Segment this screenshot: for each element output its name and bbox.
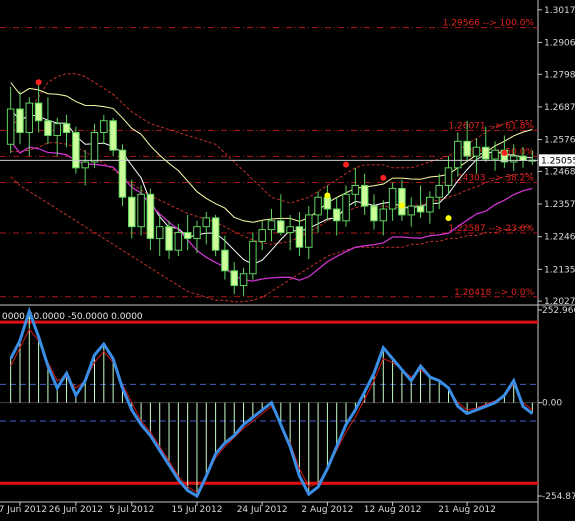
candle-body [44, 120, 52, 136]
candle-body [239, 273, 248, 287]
candle-body [332, 208, 341, 222]
oscillator-header: 0000 50.0000 -50.0000 0.0000 [2, 312, 143, 322]
candle-body [202, 217, 211, 228]
candle-body [519, 155, 527, 161]
candle-body [174, 232, 183, 251]
candle-body [416, 205, 425, 213]
fractal-marker [398, 202, 405, 209]
candle-body [444, 167, 453, 186]
fractal-marker [35, 79, 42, 86]
candle-body [90, 132, 99, 163]
candle-body [379, 208, 388, 222]
candle-body [286, 226, 294, 234]
candle-body [137, 193, 145, 228]
oscillator-tick-label: -254.8750 [542, 492, 575, 502]
oscillator-tick-label: 0.00 [542, 399, 562, 409]
fractal-marker [324, 192, 331, 199]
candle-body [472, 146, 481, 157]
candle-body [435, 184, 443, 198]
candle-body [146, 193, 155, 239]
candle-body [72, 132, 80, 169]
price-tick-label: 1.29060 [544, 38, 575, 48]
candle-body [183, 232, 192, 239]
date-tick-label: 15 Jul 2012 [172, 505, 223, 515]
candle-body [62, 123, 71, 134]
candle-body [267, 220, 276, 231]
date-tick-label: 2 Aug 2012 [301, 505, 353, 515]
price-tick-label: 1.23570 [544, 200, 575, 210]
candle-body [109, 120, 117, 151]
candle-body [295, 226, 304, 248]
candle-body [342, 193, 350, 222]
candle-body [398, 187, 406, 216]
candle-body [370, 205, 378, 222]
candle-body [6, 108, 15, 145]
candle-body [128, 196, 136, 228]
date-tick-label: 26 Jun 2012 [49, 505, 103, 515]
candle-body [193, 226, 201, 239]
candle-body [463, 140, 471, 157]
candle-body [323, 196, 332, 210]
current-price-label: 1.25055 [541, 156, 575, 166]
fib-level-label: 1.20418 --> 0.0% [454, 288, 534, 298]
candle-body [258, 229, 266, 242]
candle-body [34, 102, 43, 122]
candle-body [25, 102, 34, 134]
candle-body [165, 226, 173, 251]
price-tick-label: 1.27980 [544, 70, 575, 80]
candle-body [230, 270, 238, 287]
candle-body [16, 108, 24, 134]
fractal-marker [343, 161, 350, 168]
fib-level-label: 1.26071 --> 61.8% [448, 121, 534, 131]
candle-body [100, 120, 108, 134]
candle-body [509, 155, 518, 163]
candle-body [53, 123, 61, 136]
candle-body [482, 146, 490, 160]
price-tick-label: 1.21350 [544, 265, 575, 275]
candle-body [305, 214, 313, 248]
date-tick-label: 5 Jul 2012 [109, 505, 154, 515]
price-tick-label: 1.24680 [544, 167, 575, 177]
candle-body [277, 220, 285, 234]
date-tick-label: 17 Jun 2012 [0, 505, 47, 515]
candle-body [491, 149, 499, 160]
candle-body [155, 226, 164, 239]
fractal-marker [501, 149, 508, 156]
candle-body [426, 196, 434, 213]
date-tick-label: 12 Aug 2012 [364, 505, 422, 515]
candle-body [388, 187, 397, 210]
price-tick-label: 1.26870 [544, 103, 575, 113]
candle-body [351, 184, 360, 195]
candle-body [249, 240, 257, 275]
fractal-marker [445, 215, 452, 222]
price-tick-label: 1.30170 [544, 6, 575, 16]
candle-body [211, 217, 220, 251]
date-tick-label: 21 Aug 2012 [438, 505, 496, 515]
candle-body [314, 196, 322, 216]
candle-body [360, 184, 369, 207]
candle-body [454, 140, 462, 169]
oscillator-tick-label: 252.9662 [542, 306, 575, 316]
fractal-marker [380, 174, 387, 181]
date-tick-label: 24 Jul 2012 [237, 505, 288, 515]
candle-body [221, 249, 229, 272]
chart-svg: 1.29566 --> 100.0%1.26071 --> 61.8%1.251… [0, 0, 575, 521]
price-tick-label: 1.22460 [544, 233, 575, 243]
candle-body [118, 149, 127, 198]
price-tick-label: 1.25760 [544, 136, 575, 146]
fib-level-label: 1.24303 --> 38.2% [448, 173, 534, 183]
candle-body [407, 205, 415, 216]
fib-level-label: 1.29566 --> 100.0% [443, 19, 535, 29]
candle-body [81, 161, 89, 169]
